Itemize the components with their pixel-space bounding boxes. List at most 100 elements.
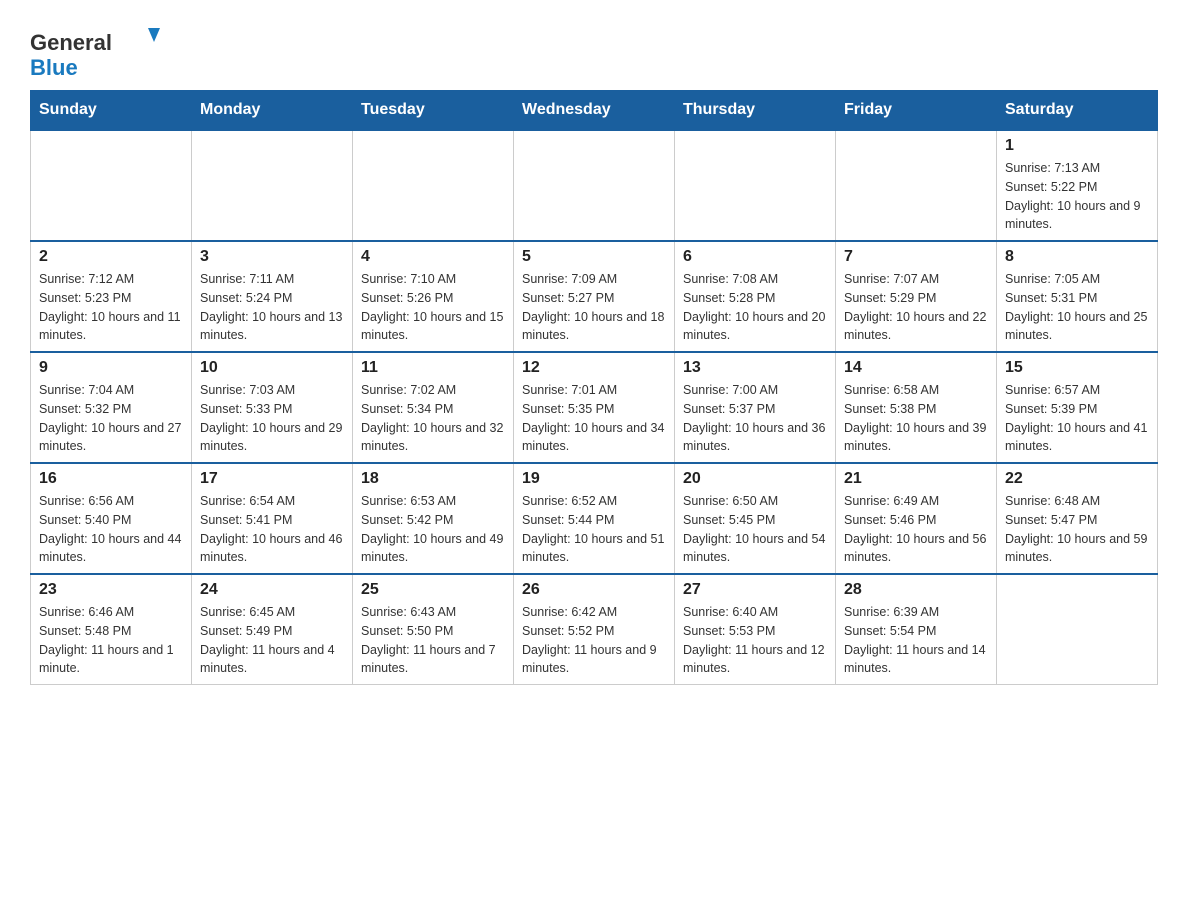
calendar-week-row: 1 Sunrise: 7:13 AM Sunset: 5:22 PM Daylig… [31, 130, 1158, 241]
day-number: 8 [1005, 248, 1149, 266]
day-info: Sunrise: 6:58 AM Sunset: 5:38 PM Dayligh… [844, 381, 988, 456]
calendar-cell: 14 Sunrise: 6:58 AM Sunset: 5:38 PM Dayli… [836, 352, 997, 463]
day-info: Sunrise: 7:02 AM Sunset: 5:34 PM Dayligh… [361, 381, 505, 456]
calendar-cell: 6 Sunrise: 7:08 AM Sunset: 5:28 PM Daylig… [675, 241, 836, 352]
day-number: 9 [39, 359, 183, 377]
day-info: Sunrise: 6:54 AM Sunset: 5:41 PM Dayligh… [200, 492, 344, 567]
calendar-cell: 4Sunrise: 7:10 AM Sunset: 5:26 PM Daylig… [353, 241, 514, 352]
logo-svg: General Blue [30, 20, 170, 80]
calendar-cell: 1 Sunrise: 7:13 AM Sunset: 5:22 PM Daylig… [997, 130, 1158, 241]
calendar-cell: 12 Sunrise: 7:01 AM Sunset: 5:35 PM Dayli… [514, 352, 675, 463]
svg-text:General: General [30, 30, 112, 55]
calendar-week-row: 23Sunrise: 6:46 AM Sunset: 5:48 PM Dayli… [31, 574, 1158, 685]
day-info: Sunrise: 7:12 AM Sunset: 5:23 PM Dayligh… [39, 270, 183, 345]
calendar-week-row: 16 Sunrise: 6:56 AM Sunset: 5:40 PM Dayli… [31, 463, 1158, 574]
day-number: 28 [844, 581, 988, 599]
day-info: Sunrise: 6:49 AM Sunset: 5:46 PM Dayligh… [844, 492, 988, 567]
calendar-cell: 3 Sunrise: 7:11 AM Sunset: 5:24 PM Daylig… [192, 241, 353, 352]
calendar-cell: 25 Sunrise: 6:43 AM Sunset: 5:50 PM Dayli… [353, 574, 514, 685]
day-number: 20 [683, 470, 827, 488]
day-number: 10 [200, 359, 344, 377]
header: General Blue [30, 20, 1158, 80]
calendar-cell [31, 130, 192, 241]
calendar-header-row: SundayMondayTuesdayWednesdayThursdayFrid… [31, 91, 1158, 131]
day-number: 7 [844, 248, 988, 266]
calendar-cell: 20 Sunrise: 6:50 AM Sunset: 5:45 PM Dayli… [675, 463, 836, 574]
calendar-cell: 27 Sunrise: 6:40 AM Sunset: 5:53 PM Dayli… [675, 574, 836, 685]
calendar-cell: 17Sunrise: 6:54 AM Sunset: 5:41 PM Dayli… [192, 463, 353, 574]
day-number: 21 [844, 470, 988, 488]
day-header-wednesday: Wednesday [514, 91, 675, 131]
day-number: 25 [361, 581, 505, 599]
calendar-cell: 26 Sunrise: 6:42 AM Sunset: 5:52 PM Dayli… [514, 574, 675, 685]
day-number: 14 [844, 359, 988, 377]
calendar-cell [836, 130, 997, 241]
calendar-cell: 28 Sunrise: 6:39 AM Sunset: 5:54 PM Dayli… [836, 574, 997, 685]
day-info: Sunrise: 6:40 AM Sunset: 5:53 PM Dayligh… [683, 603, 827, 678]
day-number: 19 [522, 470, 666, 488]
day-number: 1 [1005, 137, 1149, 155]
day-info: Sunrise: 6:52 AM Sunset: 5:44 PM Dayligh… [522, 492, 666, 567]
day-info: Sunrise: 6:42 AM Sunset: 5:52 PM Dayligh… [522, 603, 666, 678]
day-header-thursday: Thursday [675, 91, 836, 131]
day-info: Sunrise: 7:05 AM Sunset: 5:31 PM Dayligh… [1005, 270, 1149, 345]
day-info: Sunrise: 7:03 AM Sunset: 5:33 PM Dayligh… [200, 381, 344, 456]
day-number: 16 [39, 470, 183, 488]
logo: General Blue [30, 20, 170, 80]
day-number: 6 [683, 248, 827, 266]
day-number: 26 [522, 581, 666, 599]
calendar-table: SundayMondayTuesdayWednesdayThursdayFrid… [30, 90, 1158, 685]
calendar-week-row: 2 Sunrise: 7:12 AM Sunset: 5:23 PM Daylig… [31, 241, 1158, 352]
calendar-cell [192, 130, 353, 241]
calendar-cell: 2 Sunrise: 7:12 AM Sunset: 5:23 PM Daylig… [31, 241, 192, 352]
day-number: 12 [522, 359, 666, 377]
day-number: 11 [361, 359, 505, 377]
day-info: Sunrise: 6:57 AM Sunset: 5:39 PM Dayligh… [1005, 381, 1149, 456]
day-header-monday: Monday [192, 91, 353, 131]
day-number: 23 [39, 581, 183, 599]
calendar-week-row: 9Sunrise: 7:04 AM Sunset: 5:32 PM Daylig… [31, 352, 1158, 463]
day-header-saturday: Saturday [997, 91, 1158, 131]
calendar-cell: 21 Sunrise: 6:49 AM Sunset: 5:46 PM Dayli… [836, 463, 997, 574]
calendar-cell: 7 Sunrise: 7:07 AM Sunset: 5:29 PM Daylig… [836, 241, 997, 352]
calendar-cell: 19 Sunrise: 6:52 AM Sunset: 5:44 PM Dayli… [514, 463, 675, 574]
calendar-cell: 24Sunrise: 6:45 AM Sunset: 5:49 PM Dayli… [192, 574, 353, 685]
day-number: 3 [200, 248, 344, 266]
day-number: 27 [683, 581, 827, 599]
day-header-friday: Friday [836, 91, 997, 131]
day-number: 22 [1005, 470, 1149, 488]
calendar-cell [997, 574, 1158, 685]
day-info: Sunrise: 6:43 AM Sunset: 5:50 PM Dayligh… [361, 603, 505, 678]
day-number: 13 [683, 359, 827, 377]
day-number: 4 [361, 248, 505, 266]
calendar-cell [353, 130, 514, 241]
svg-text:Blue: Blue [30, 55, 78, 80]
day-info: Sunrise: 6:39 AM Sunset: 5:54 PM Dayligh… [844, 603, 988, 678]
calendar-cell: 8 Sunrise: 7:05 AM Sunset: 5:31 PM Daylig… [997, 241, 1158, 352]
day-number: 15 [1005, 359, 1149, 377]
day-info: Sunrise: 7:11 AM Sunset: 5:24 PM Dayligh… [200, 270, 344, 345]
day-info: Sunrise: 6:45 AM Sunset: 5:49 PM Dayligh… [200, 603, 344, 678]
calendar-cell: 11 Sunrise: 7:02 AM Sunset: 5:34 PM Dayli… [353, 352, 514, 463]
day-number: 5 [522, 248, 666, 266]
day-number: 18 [361, 470, 505, 488]
day-info: Sunrise: 6:48 AM Sunset: 5:47 PM Dayligh… [1005, 492, 1149, 567]
day-header-tuesday: Tuesday [353, 91, 514, 131]
calendar-cell: 13Sunrise: 7:00 AM Sunset: 5:37 PM Dayli… [675, 352, 836, 463]
calendar-cell: 16 Sunrise: 6:56 AM Sunset: 5:40 PM Dayli… [31, 463, 192, 574]
day-info: Sunrise: 6:53 AM Sunset: 5:42 PM Dayligh… [361, 492, 505, 567]
day-info: Sunrise: 7:13 AM Sunset: 5:22 PM Dayligh… [1005, 159, 1149, 234]
day-info: Sunrise: 7:08 AM Sunset: 5:28 PM Dayligh… [683, 270, 827, 345]
calendar-cell: 18 Sunrise: 6:53 AM Sunset: 5:42 PM Dayli… [353, 463, 514, 574]
day-info: Sunrise: 7:07 AM Sunset: 5:29 PM Dayligh… [844, 270, 988, 345]
day-header-sunday: Sunday [31, 91, 192, 131]
day-number: 2 [39, 248, 183, 266]
day-info: Sunrise: 6:50 AM Sunset: 5:45 PM Dayligh… [683, 492, 827, 567]
calendar-cell [675, 130, 836, 241]
calendar-cell: 22 Sunrise: 6:48 AM Sunset: 5:47 PM Dayli… [997, 463, 1158, 574]
day-info: Sunrise: 7:01 AM Sunset: 5:35 PM Dayligh… [522, 381, 666, 456]
calendar-cell: 9Sunrise: 7:04 AM Sunset: 5:32 PM Daylig… [31, 352, 192, 463]
calendar-cell: 23Sunrise: 6:46 AM Sunset: 5:48 PM Dayli… [31, 574, 192, 685]
day-info: Sunrise: 7:09 AM Sunset: 5:27 PM Dayligh… [522, 270, 666, 345]
day-info: Sunrise: 6:56 AM Sunset: 5:40 PM Dayligh… [39, 492, 183, 567]
